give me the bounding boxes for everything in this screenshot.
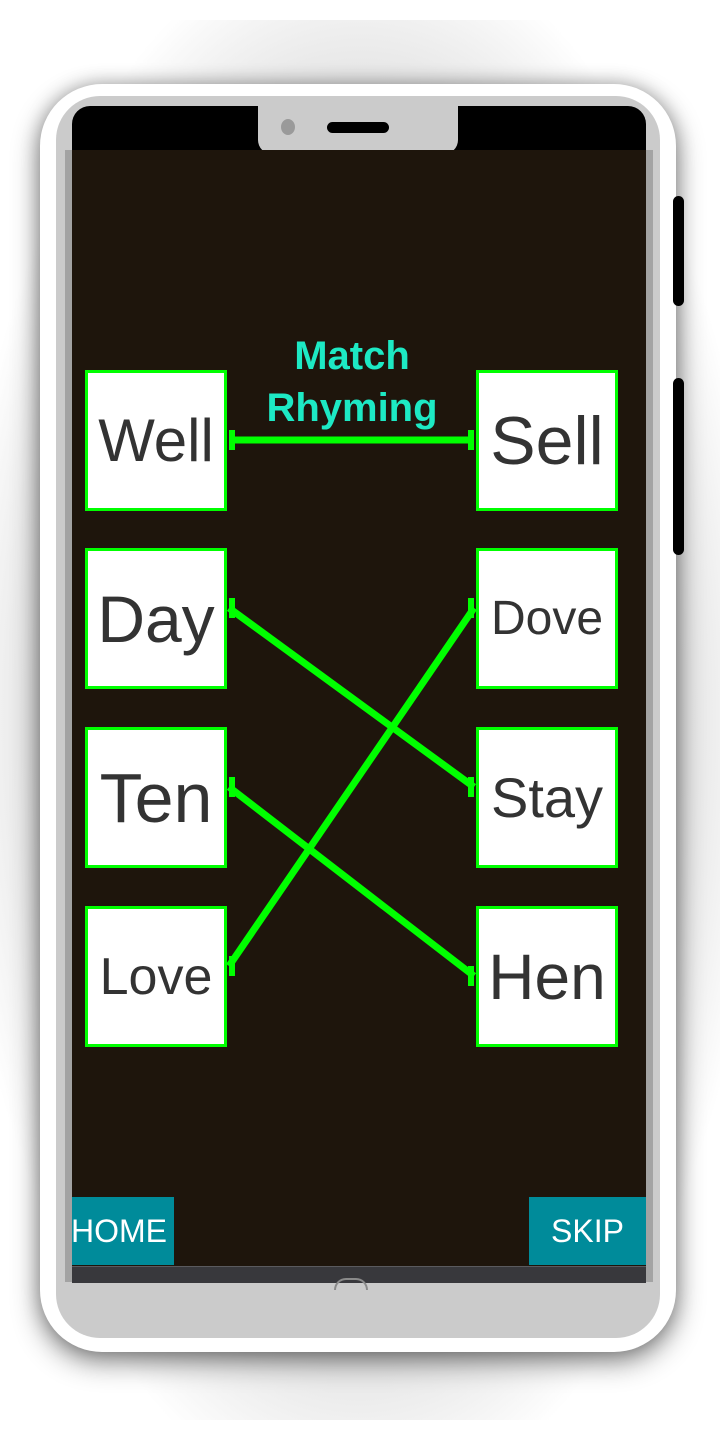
- right-word-2[interactable]: Dove: [476, 548, 618, 689]
- speaker-icon: [327, 122, 389, 133]
- line-endpoint-cap: [229, 598, 235, 618]
- right-word-4[interactable]: Hen: [476, 906, 618, 1047]
- left-word-label: Day: [97, 581, 215, 656]
- game-screen: Match Rhyming Well Day Ten Love Sell Dov…: [72, 150, 646, 1266]
- home-button[interactable]: HOME: [72, 1197, 174, 1265]
- right-rail: [646, 150, 653, 1282]
- left-word-3[interactable]: Ten: [85, 727, 227, 868]
- right-word-label: Dove: [490, 592, 604, 645]
- line-endpoint-cap: [468, 430, 474, 450]
- right-word-1[interactable]: Sell: [476, 370, 618, 511]
- skip-button[interactable]: SKIP: [529, 1197, 646, 1265]
- right-word-label: Sell: [490, 402, 604, 479]
- line-endpoint-cap: [468, 777, 474, 797]
- left-word-label: Well: [98, 407, 214, 474]
- line-endpoint-cap: [468, 966, 474, 986]
- left-rail: [65, 150, 72, 1282]
- right-word-3[interactable]: Stay: [476, 727, 618, 868]
- left-word-label: Ten: [99, 758, 213, 837]
- left-word-label: Love: [99, 947, 213, 1006]
- volume-button: [673, 378, 684, 555]
- match-line-day-stay: [226, 605, 477, 790]
- line-endpoint-cap: [229, 430, 235, 450]
- match-line-ten-hen: [226, 784, 477, 979]
- right-word-label: Hen: [488, 940, 606, 1013]
- line-endpoint-cap: [229, 777, 235, 797]
- match-line-love-dove: [226, 606, 477, 968]
- match-lines: [226, 430, 477, 986]
- left-word-1[interactable]: Well: [85, 370, 227, 511]
- power-button: [673, 196, 684, 306]
- line-endpoint-cap: [468, 598, 474, 618]
- left-word-4[interactable]: Love: [85, 906, 227, 1047]
- left-word-2[interactable]: Day: [85, 548, 227, 689]
- right-word-label: Stay: [490, 766, 604, 829]
- line-endpoint-cap: [229, 956, 235, 976]
- camera-icon: [281, 119, 295, 135]
- nav-home-icon[interactable]: [334, 1278, 368, 1290]
